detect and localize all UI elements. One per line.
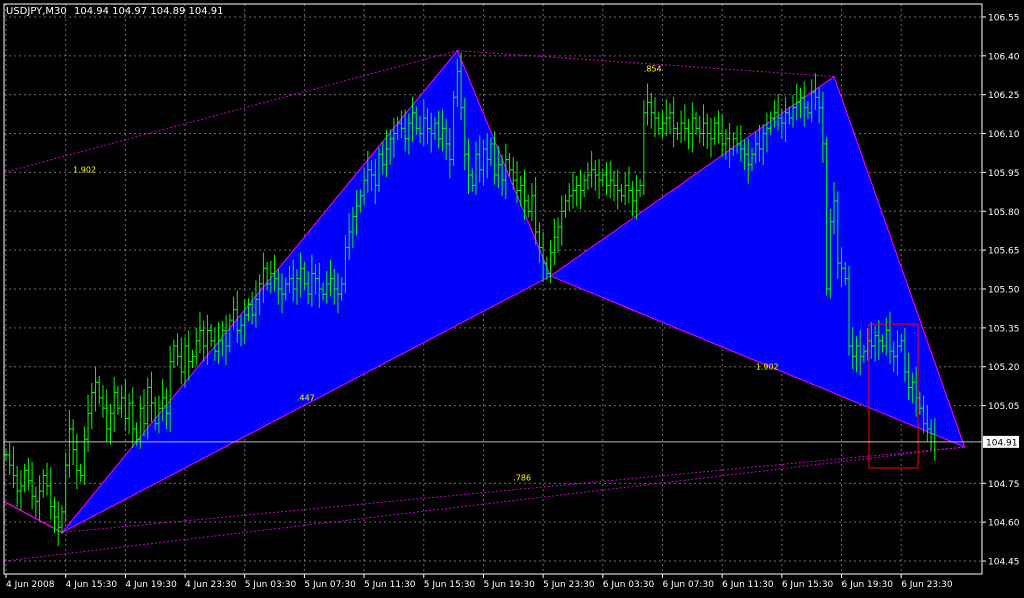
y-tick-label: 105.35 [988, 324, 1020, 334]
y-tick-label: 106.10 [988, 130, 1020, 140]
x-tick-label: 4 Jun 2008 [6, 580, 55, 590]
x-tick-label: 6 Jun 23:30 [901, 580, 953, 590]
x-tick-label: 4 Jun 19:30 [125, 580, 177, 590]
ratio-label: 1.902 [73, 165, 96, 174]
y-tick-label: 106.40 [988, 52, 1020, 62]
x-tick-label: 5 Jun 11:30 [364, 580, 416, 590]
y-tick-label: 105.80 [988, 208, 1020, 218]
x-tick-label: 5 Jun 07:30 [304, 580, 356, 590]
ratio-label: .854 [644, 64, 662, 73]
x-tick-label: 6 Jun 15:30 [782, 580, 834, 590]
ratio-label: 1.902 [756, 362, 779, 371]
x-tick-label: 5 Jun 03:30 [245, 580, 297, 590]
x-tick-label: 5 Jun 19:30 [483, 580, 535, 590]
chart-header: USDJPY,M30 104.94 104.97 104.89 104.91 [6, 6, 224, 17]
y-tick-label: 106.25 [988, 91, 1020, 101]
y-tick-label: 104.60 [988, 519, 1020, 529]
x-tick-label: 6 Jun 19:30 [842, 580, 894, 590]
y-tick-label: 105.20 [988, 363, 1020, 373]
ratio-label: .786 [513, 474, 531, 483]
ohlc-values: 104.94 104.97 104.89 104.91 [74, 6, 224, 17]
x-tick-label: 6 Jun 11:30 [722, 580, 774, 590]
y-tick-label: 106.55 [988, 13, 1020, 23]
x-tick-label: 5 Jun 15:30 [424, 580, 476, 590]
x-tick-label: 5 Jun 23:30 [543, 580, 595, 590]
x-tick-label: 6 Jun 03:30 [603, 580, 655, 590]
y-tick-label: 105.05 [988, 402, 1020, 412]
x-tick-label: 4 Jun 15:30 [66, 580, 118, 590]
chart-root: 1.902 .447 .786 .854 1.902 106.55 106.40 106.2… [0, 0, 1024, 594]
current-price-label: 104.91 [986, 438, 1018, 448]
x-tick-label: 4 Jun 23:30 [185, 580, 237, 590]
ratio-label: .447 [297, 393, 315, 402]
price-chart: 1.902 .447 .786 .854 1.902 106.55 106.40 106.2… [0, 0, 1024, 594]
symbol-label: USDJPY,M30 [6, 6, 67, 17]
y-tick-label: 105.50 [988, 286, 1020, 296]
y-tick-label: 105.65 [988, 247, 1020, 257]
y-tick-label: 104.75 [988, 480, 1020, 490]
y-tick-label: 105.95 [988, 169, 1020, 179]
y-tick-label: 104.45 [988, 558, 1020, 568]
x-tick-label: 6 Jun 07:30 [662, 580, 714, 590]
